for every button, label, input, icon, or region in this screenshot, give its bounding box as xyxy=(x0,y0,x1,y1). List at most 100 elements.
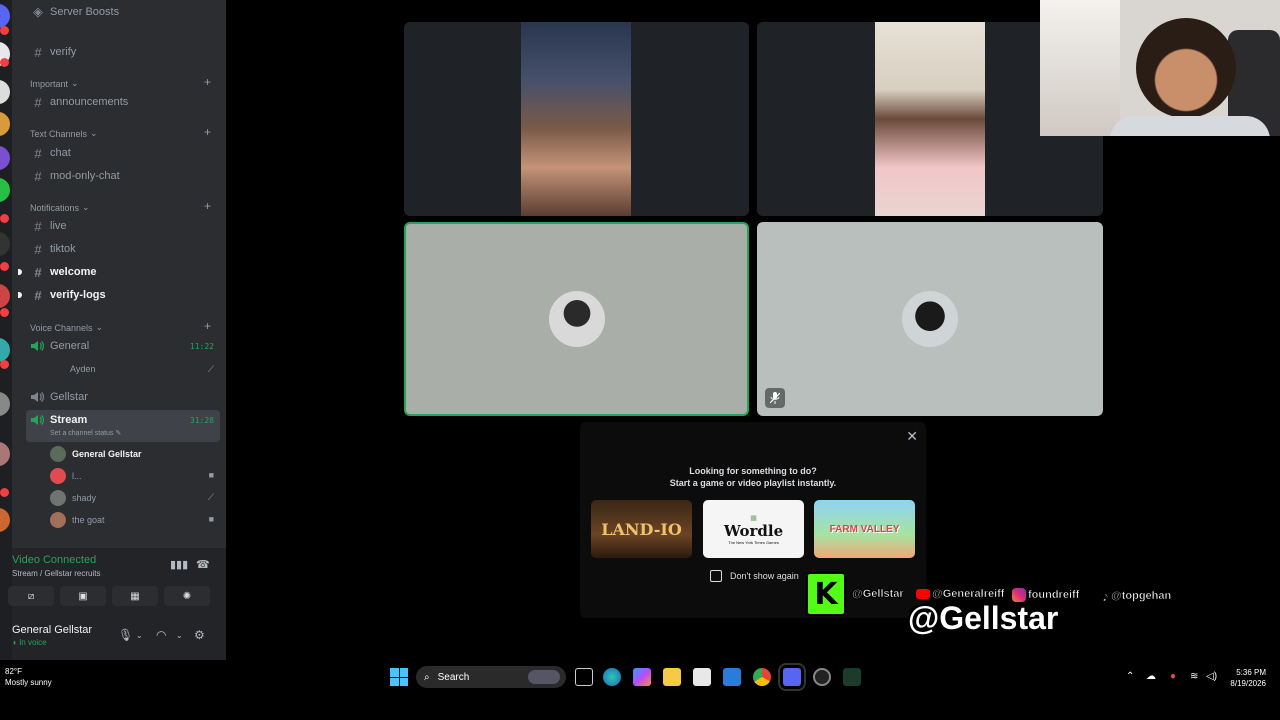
voice-channel-gellstar[interactable]: Gellstar xyxy=(30,387,88,407)
activity-title: LAND-IO xyxy=(601,519,682,539)
server-icon[interactable] xyxy=(0,80,10,104)
speaker-icon xyxy=(31,341,44,351)
voice-signal-icon[interactable]: ▮▮▮ xyxy=(170,558,188,571)
weather-temperature[interactable]: 82°F xyxy=(5,667,22,676)
file-explorer-icon[interactable] xyxy=(663,668,681,686)
channel-label: verify xyxy=(50,46,77,58)
voice-timer: 31:28 xyxy=(189,416,214,425)
voice-user[interactable]: the goat xyxy=(50,511,105,529)
camera-off-button[interactable]: ⧄ xyxy=(8,586,54,606)
mail-icon[interactable] xyxy=(723,668,741,686)
taskbar-clock[interactable]: 5:36 PM 8/19/2026 xyxy=(1230,667,1266,689)
chevron-down-icon: ⌄ xyxy=(90,128,98,138)
wifi-icon[interactable]: ≋ xyxy=(1190,671,1198,682)
category-label: Text Channels xyxy=(30,128,88,139)
gear-icon[interactable]: ⚙ xyxy=(194,628,205,642)
channel-tiktok[interactable]: # tiktok xyxy=(30,239,75,259)
disconnect-icon[interactable]: ☎ xyxy=(196,558,210,571)
edge-icon[interactable] xyxy=(603,668,621,686)
activity-wordle[interactable]: ▦ Wordle The New York Times Games xyxy=(703,500,804,558)
user-status: ◖ In voice xyxy=(12,638,47,647)
unread-indicator xyxy=(18,292,22,298)
channel-verify-logs[interactable]: # verify-logs xyxy=(30,285,105,305)
voice-user-name: the goat xyxy=(72,515,105,525)
channel-announcements[interactable]: # announcements xyxy=(30,92,128,112)
soundboard-button[interactable]: ✺ xyxy=(164,586,210,606)
chrome-icon[interactable] xyxy=(753,668,771,686)
app-icon[interactable] xyxy=(843,668,861,686)
microphone-icon[interactable]: ● xyxy=(1170,671,1176,682)
category-text-channels[interactable]: Text Channels ⌄ xyxy=(30,128,98,139)
voice-user[interactable]: shady xyxy=(50,489,96,507)
clock-date: 8/19/2026 xyxy=(1230,679,1266,688)
voice-location[interactable]: Stream / Gellstar recruits xyxy=(12,569,100,578)
category-important[interactable]: Important ⌄ xyxy=(30,78,79,89)
server-icon[interactable] xyxy=(0,178,10,202)
add-channel-icon[interactable]: + xyxy=(204,199,211,213)
activity-farm-valley[interactable]: FARM VALLEY xyxy=(814,500,915,558)
voice-channel-general[interactable]: General xyxy=(30,336,89,356)
activities-button[interactable]: ▦ xyxy=(112,586,158,606)
cloud-icon[interactable]: ☁ xyxy=(1146,671,1156,682)
taskbar-search[interactable]: ⌕ Search xyxy=(416,666,566,688)
category-notifications[interactable]: Notifications ⌄ xyxy=(30,202,90,213)
camera-icon: ■ xyxy=(208,470,214,480)
pencil-icon: ✎ xyxy=(115,430,122,437)
channel-mod-only-chat[interactable]: # mod-only-chat xyxy=(30,166,120,186)
voice-user[interactable]: General Gellstar xyxy=(50,445,142,463)
channel-label: Server Boosts xyxy=(50,6,120,18)
user-name[interactable]: General Gellstar xyxy=(12,624,92,636)
server-icon[interactable] xyxy=(0,442,10,466)
screen-share-button[interactable]: ▣ xyxy=(60,586,106,606)
add-channel-icon[interactable]: + xyxy=(204,319,211,333)
channel-server-boosts[interactable]: ◈ Server Boosts xyxy=(30,2,119,22)
channel-verify[interactable]: # verify xyxy=(30,42,76,62)
headphones-icon[interactable]: ◠ xyxy=(156,628,166,642)
dont-show-again-checkbox[interactable] xyxy=(710,570,722,582)
social-text: @topgehan xyxy=(1111,590,1172,603)
video-tile-speaking[interactable] xyxy=(404,222,749,416)
video-tile[interactable] xyxy=(757,222,1103,416)
chevron-down-icon[interactable]: ⌄ xyxy=(136,631,143,640)
category-label: Voice Channels xyxy=(30,322,93,333)
server-icon[interactable] xyxy=(0,4,10,28)
channel-status-prompt[interactable]: Set a channel status ✎ xyxy=(50,429,121,437)
chevron-down-icon[interactable]: ⌄ xyxy=(176,631,183,640)
channel-label: mod-only-chat xyxy=(50,170,120,182)
obs-icon[interactable] xyxy=(813,668,831,686)
activity-land-io[interactable]: LAND-IO xyxy=(591,500,692,558)
video-tile[interactable] xyxy=(404,22,749,216)
server-icon[interactable] xyxy=(0,508,10,532)
chevron-down-icon: ⌄ xyxy=(82,202,90,212)
social-handle-kick: @Gellstar xyxy=(852,588,904,601)
task-view-icon[interactable] xyxy=(575,668,593,686)
server-icon[interactable] xyxy=(0,284,10,308)
store-icon[interactable] xyxy=(693,668,711,686)
server-icon[interactable] xyxy=(0,392,10,416)
server-icon[interactable] xyxy=(0,338,10,362)
dont-show-again[interactable]: Don't show again xyxy=(710,570,799,582)
channel-live[interactable]: # live xyxy=(30,216,66,236)
discord-icon[interactable] xyxy=(778,663,806,691)
weather-description[interactable]: Mostly sunny xyxy=(5,678,52,687)
add-channel-icon[interactable]: + xyxy=(204,125,211,139)
server-icon[interactable] xyxy=(0,232,10,256)
chevron-up-icon[interactable]: ⌃ xyxy=(1126,671,1134,682)
close-icon[interactable]: ✕ xyxy=(906,428,918,445)
server-icon[interactable] xyxy=(0,146,10,170)
hash-icon: # xyxy=(34,218,42,234)
server-icon[interactable] xyxy=(0,112,10,136)
add-channel-icon[interactable]: + xyxy=(204,75,211,89)
voice-user[interactable]: l... xyxy=(50,467,82,485)
windows-start-icon[interactable] xyxy=(390,668,408,686)
search-highlight-image xyxy=(528,670,560,684)
category-voice-channels[interactable]: Voice Channels ⌄ xyxy=(30,322,103,333)
volume-icon[interactable]: ◁) xyxy=(1206,671,1217,682)
channel-welcome[interactable]: # welcome xyxy=(30,262,96,282)
copilot-icon[interactable] xyxy=(633,668,651,686)
voice-user[interactable]: Ayden xyxy=(70,360,95,378)
hash-icon: # xyxy=(34,44,42,60)
channel-chat[interactable]: # chat xyxy=(30,143,70,163)
microphone-icon[interactable]: 🎙︎ xyxy=(118,628,133,642)
voice-channel-stream[interactable]: Stream xyxy=(30,410,87,430)
